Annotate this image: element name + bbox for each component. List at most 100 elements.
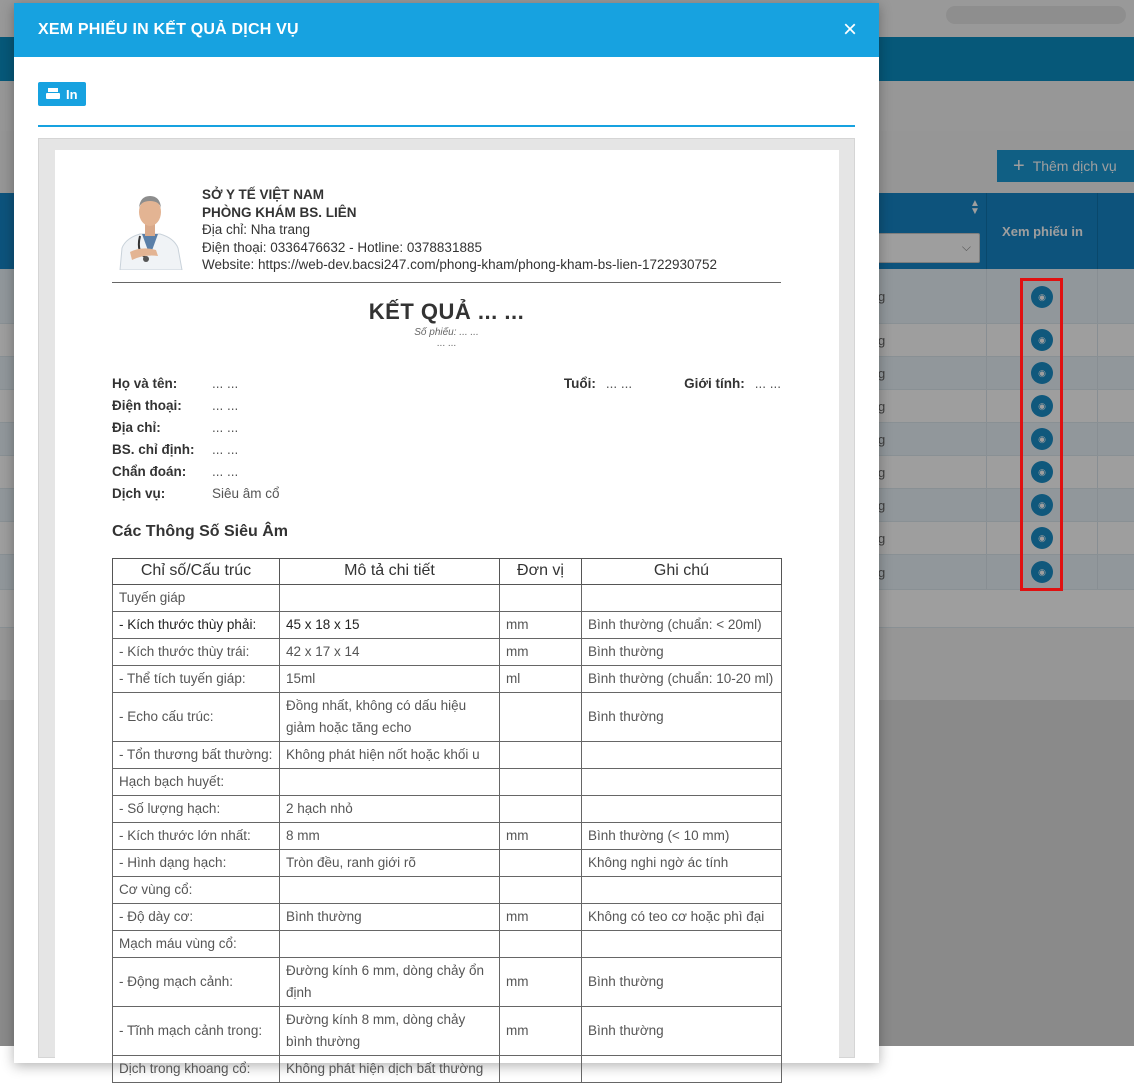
- table-cell: - Kích thước thùy phải:: [112, 610, 280, 639]
- modal-header: XEM PHIẾU IN KẾT QUẢ DỊCH VỤ ×: [14, 3, 879, 57]
- table-cell: [581, 875, 782, 904]
- section-title: Các Thông Số Siêu Âm: [112, 522, 289, 540]
- table-cell: [499, 848, 582, 877]
- table-cell: [499, 583, 582, 612]
- table-cell: - Động mạch cảnh:: [112, 956, 280, 1007]
- patient-name-value: ... ...: [212, 376, 239, 392]
- patient-service-label: Dịch vụ:: [112, 486, 166, 502]
- age-value: ... ...: [605, 376, 633, 392]
- table-cell: Cơ vùng cổ:: [112, 875, 280, 904]
- table-cell: 15ml: [279, 664, 500, 693]
- table-row: - Kích thước thùy trái: 42 x 17 x 14 mm Bìn…: [112, 637, 782, 666]
- patient-phone-row: Điện thoại: ... ...: [112, 395, 781, 417]
- table-cell: Không có teo cơ hoặc phì đại: [581, 902, 782, 931]
- table-cell: - Thể tích tuyến giáp:: [112, 664, 280, 693]
- clinic-header: SỞ Y TẾ VIỆT NAM PHÒNG KHÁM BS. LIÊN Địa…: [112, 186, 781, 283]
- table-cell: mm: [499, 610, 582, 639]
- patient-service-row: Dịch vụ: Siêu âm cổ: [112, 483, 781, 505]
- table-cell: - Echo cấu trúc:: [112, 691, 280, 742]
- table-cell: [499, 1054, 582, 1083]
- table-header-cell: Chỉ số/Cấu trúc: [112, 557, 280, 585]
- table-cell: mm: [499, 821, 582, 850]
- table-cell: [581, 929, 782, 958]
- table-cell: [499, 794, 582, 823]
- printer-icon: [46, 88, 60, 100]
- clinic-name: PHÒNG KHÁM BS. LIÊN: [202, 204, 357, 220]
- table-cell: - Kích thước thùy trái:: [112, 637, 280, 666]
- table-cell: 45 x 18 x 15: [279, 610, 500, 639]
- table-header-cell: Mô tả chi tiết: [279, 557, 500, 585]
- table-cell: - Độ dày cơ:: [112, 902, 280, 931]
- modal-title: XEM PHIẾU IN KẾT QUẢ DỊCH VỤ: [38, 21, 299, 38]
- table-cell: Tuyến giáp: [112, 583, 280, 612]
- table-cell: Không phát hiện nốt hoặc khối u: [279, 740, 500, 769]
- table-cell: Đồng nhất, không có dấu hiệu giảm hoặc t…: [279, 691, 500, 742]
- table-cell: Bình thường: [581, 1005, 782, 1056]
- table-cell: [499, 929, 582, 958]
- table-cell: [581, 583, 782, 612]
- table-cell: mm: [499, 1005, 582, 1056]
- document-subtitle: ... ...: [436, 337, 457, 349]
- table-cell: - Hình dạng hạch:: [112, 848, 280, 877]
- patient-diagnosis-value: ... ...: [212, 464, 239, 480]
- table-cell: 2 hạch nhỏ: [279, 794, 500, 823]
- table-cell: Hạch bạch huyết:: [112, 767, 280, 796]
- clinic-address: Địa chỉ: Nha trang: [202, 222, 311, 238]
- table-cell: Không nghi ngờ ác tính: [581, 848, 782, 877]
- table-header-cell: Đơn vị: [499, 557, 582, 585]
- table-cell: Bình thường: [581, 691, 782, 742]
- table-row: Hạch bạch huyết:: [112, 767, 782, 796]
- table-row: - Kích thước thùy phải: 45 x 18 x 15 mm Bìn…: [112, 610, 782, 639]
- document-number: Số phiếu: ... ...: [414, 326, 479, 338]
- document-page: SỞ Y TẾ VIỆT NAM PHÒNG KHÁM BS. LIÊN Địa…: [55, 150, 839, 1083]
- table-cell: [279, 767, 500, 796]
- document-title: KẾT QUẢ ... ...: [368, 298, 525, 324]
- table-row: Cơ vùng cổ:: [112, 875, 782, 904]
- ultrasound-table: Chỉ số/Cấu trúc Mô tả chi tiết Đơn vị Gh…: [112, 557, 782, 1083]
- print-button[interactable]: In: [38, 82, 86, 106]
- table-row: - Echo cấu trúc: Đồng nhất, không có dấu …: [112, 691, 782, 742]
- table-row: Mạch máu vùng cổ:: [112, 929, 782, 958]
- table-row: - Hình dạng hạch: Tròn đều, ranh giới rõ K…: [112, 848, 782, 877]
- clinic-website: Website: https://web-dev.bacsi247.com/ph…: [202, 257, 718, 273]
- table-header-row: Chỉ số/Cấu trúc Mô tả chi tiết Đơn vị Gh…: [112, 557, 782, 585]
- gender-value: ... ...: [754, 376, 781, 392]
- patient-diagnosis-label: Chẩn đoán:: [112, 464, 187, 480]
- table-cell: mm: [499, 956, 582, 1007]
- close-icon[interactable]: ×: [843, 18, 857, 42]
- table-cell: Đường kính 8 mm, dòng chảy bình thường: [279, 1005, 500, 1056]
- table-row: - Số lượng hạch: 2 hạch nhỏ: [112, 794, 782, 823]
- print-preview-modal: XEM PHIẾU IN KẾT QUẢ DỊCH VỤ × In SỞ Y T…: [14, 3, 879, 1083]
- table-cell: [279, 875, 500, 904]
- table-cell: Bình thường (< 10 mm): [581, 821, 782, 850]
- table-cell: [499, 875, 582, 904]
- modal-toolbar: In: [38, 57, 855, 127]
- table-cell: Bình thường: [279, 902, 500, 931]
- doctor-avatar: [112, 186, 188, 270]
- table-cell: [499, 691, 582, 742]
- table-cell: - Kích thước lớn nhất:: [112, 821, 280, 850]
- table-cell: mm: [499, 637, 582, 666]
- print-button-label: In: [66, 86, 78, 102]
- patient-address-value: ... ...: [212, 420, 239, 436]
- document-preview[interactable]: SỞ Y TẾ VIỆT NAM PHÒNG KHÁM BS. LIÊN Địa…: [38, 138, 855, 1083]
- table-cell: Bình thường: [581, 956, 782, 1007]
- table-cell: Tròn đều, ranh giới rõ: [279, 848, 500, 877]
- patient-phone-label: Điện thoại:: [112, 398, 182, 414]
- table-cell: ml: [499, 664, 582, 693]
- table-cell: [279, 583, 500, 612]
- table-cell: 42 x 17 x 14: [279, 637, 500, 666]
- table-cell: - Tổn thương bất thường:: [112, 740, 280, 769]
- patient-info: Họ và tên: ... ... Tuổi: ... ... Giới tí…: [112, 373, 781, 505]
- patient-service-value: Siêu âm cổ: [212, 486, 280, 502]
- patient-address-label: Địa chỉ:: [112, 420, 161, 436]
- clinic-authority: SỞ Y TẾ VIỆT NAM: [202, 187, 325, 202]
- table-row: - Tổn thương bất thường: Không phát hiện …: [112, 740, 782, 769]
- table-cell: Bình thường: [581, 637, 782, 666]
- table-row: - Tĩnh mạch cảnh trong: Đường kính 8 mm, …: [112, 1005, 782, 1056]
- patient-doctor-value: ... ...: [212, 442, 239, 458]
- table-cell: [581, 767, 782, 796]
- table-cell: [581, 740, 782, 769]
- table-cell: Bình thường (chuẩn: 10-20 ml): [581, 664, 782, 693]
- patient-diagnosis-row: Chẩn đoán: ... ...: [112, 461, 781, 483]
